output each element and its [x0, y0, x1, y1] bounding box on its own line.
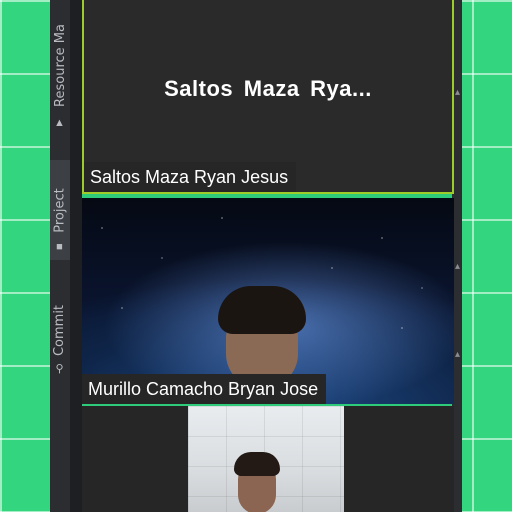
green-grid-background-left [0, 0, 52, 512]
commit-tab-label: Commit [52, 304, 68, 356]
project-tab-label: Project [52, 187, 68, 233]
gutter-marker-icon: ▴ [455, 349, 461, 360]
participant-name-label: Saltos Maza Ryan Jesus [84, 162, 297, 192]
participant-tile-video[interactable]: Murillo Camacho Bryan Jose [82, 198, 454, 404]
folder-icon: ■ [56, 241, 63, 253]
meeting-gutter [70, 0, 82, 512]
resource-manager-tab[interactable]: Resource Ma ▲ [50, 0, 70, 130]
green-grid-background-right [460, 0, 512, 512]
project-tab[interactable]: Project ■ [50, 160, 70, 260]
resource-manager-tab-label: Resource Ma [52, 23, 68, 107]
commit-icon: ⚲ [55, 363, 64, 375]
participant-video-person [232, 452, 282, 512]
ide-tool-window-strip: Resource Ma ▲ Project ■ Commit ⚲ [50, 0, 71, 512]
resource-manager-icon: ▲ [54, 117, 65, 129]
participant-placeholder-name: Saltos Maza Rya... [164, 76, 372, 101]
gutter-marker-icon: ▴ [455, 261, 461, 272]
participant-tile-active-speaker[interactable]: Saltos Maza Rya... Saltos Maza Ryan Jesu… [82, 0, 454, 194]
commit-tab[interactable]: Commit ⚲ [50, 280, 70, 380]
gutter-marker-icon: ▴ [455, 87, 461, 98]
participant-name-label: Murillo Camacho Bryan Jose [82, 374, 327, 404]
participant-tile-video[interactable] [82, 406, 454, 512]
participant-video-feed [188, 406, 344, 512]
